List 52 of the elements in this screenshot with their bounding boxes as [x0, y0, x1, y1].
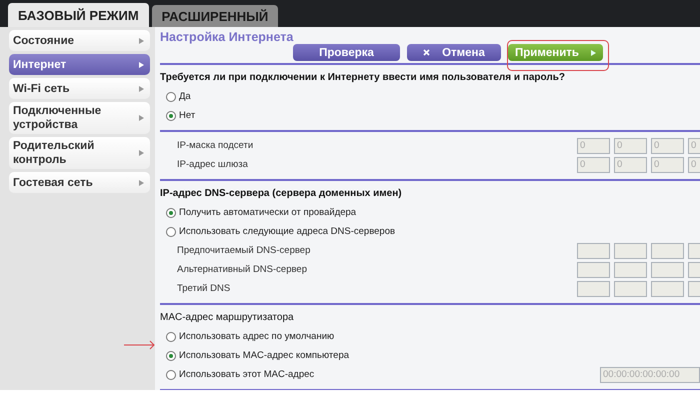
play-icon	[590, 50, 596, 56]
ip-octet-field[interactable]	[651, 262, 684, 278]
field-label: IP-маска подсети	[176, 140, 254, 151]
radio-button[interactable]	[166, 226, 176, 236]
field-label: Предпочитаемый DNS-сервер	[176, 245, 312, 256]
sidebar-item[interactable]: Родительский контроль	[9, 137, 150, 169]
option-label: Да	[179, 91, 191, 102]
sidebar-item[interactable]: Состояние	[9, 30, 150, 51]
radio-button[interactable]	[166, 208, 176, 218]
ip-octet-field[interactable]	[577, 262, 610, 278]
caret-icon	[139, 86, 144, 92]
option-label: Использовать адрес по умолчанию	[179, 331, 334, 342]
radio-button[interactable]	[166, 332, 176, 342]
arrow-icon	[124, 340, 156, 350]
caret-icon	[139, 38, 144, 44]
apply-button[interactable]: Применить	[508, 44, 603, 61]
ip-octet-field[interactable]	[577, 242, 610, 258]
option-label: Получить автоматически от провайдера	[179, 207, 356, 218]
caret-icon	[139, 180, 144, 186]
cancel-button[interactable]: Отмена	[407, 44, 501, 61]
page-title: Настройка Интернета	[160, 29, 294, 44]
option-label: Использовать следующие адреса DNS-серверов	[179, 226, 396, 237]
close-icon	[423, 49, 430, 56]
section-title: MAC-адрес маршрутизатора	[160, 311, 295, 325]
ip-octet-field[interactable]	[614, 280, 647, 296]
field-label: Третий DNS	[176, 283, 232, 294]
caret-icon	[139, 150, 144, 156]
field-label: IP-адрес шлюза	[176, 159, 249, 170]
sidebar-item[interactable]: Гостевая сеть	[9, 172, 150, 193]
field-label: Альтернативный DNS-сервер	[176, 264, 308, 275]
ip-octet-field[interactable]	[651, 242, 684, 258]
sidebar-item[interactable]: Wi-Fi сеть	[9, 78, 150, 99]
section-title: IP-адрес DNS-сервера (сервера доменных имен)	[160, 187, 403, 201]
caret-icon	[139, 62, 144, 68]
radio-button[interactable]	[166, 92, 176, 102]
ip-octet-field[interactable]	[577, 280, 610, 296]
radio-button[interactable]	[166, 350, 176, 360]
ip-octet-field[interactable]	[614, 262, 647, 278]
sidebar-item[interactable]: Подключенные устройства	[9, 102, 150, 134]
option-label: Использовать MAC-адрес компьютера	[179, 350, 350, 361]
radio-button[interactable]	[166, 370, 176, 380]
sidebar-item[interactable]: Интернет	[9, 54, 150, 75]
radio-button[interactable]	[166, 110, 176, 120]
ip-octet-field[interactable]	[614, 242, 647, 258]
mode-tab[interactable]: РАСШИРЕННЫЙ	[152, 5, 278, 27]
option-label: Нет	[179, 110, 196, 121]
ip-octet-field[interactable]	[651, 280, 684, 296]
test-button[interactable]: Проверка	[293, 44, 400, 61]
option-label: Использовать этот MAC-адрес	[179, 369, 314, 380]
caret-icon	[139, 115, 144, 121]
section-title: Требуется ли при подключении к Интернету ввести имя пользователя и пароль?	[160, 71, 566, 85]
mode-tab[interactable]: БАЗОВЫЙ РЕЖИМ	[8, 3, 149, 27]
